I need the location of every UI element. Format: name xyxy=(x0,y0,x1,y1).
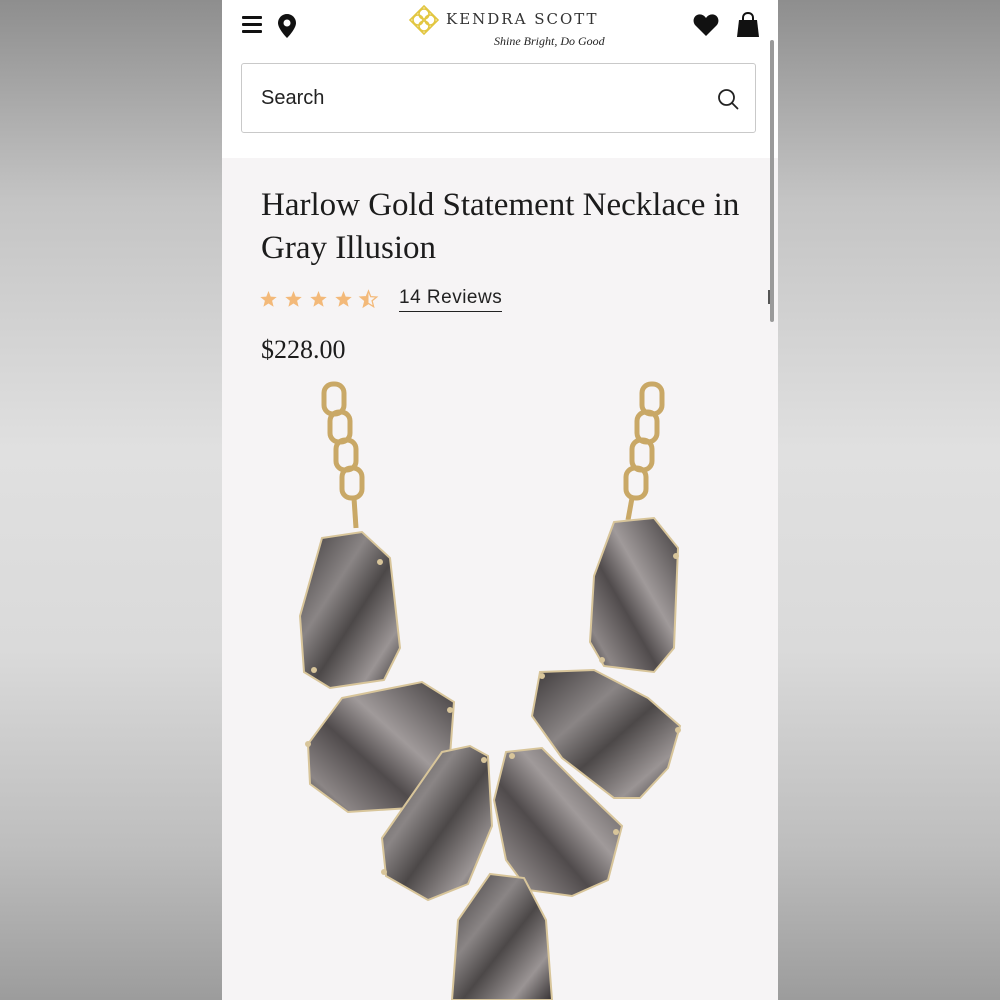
brand-tagline: Shine Bright, Do Good xyxy=(494,34,605,48)
menu-icon[interactable] xyxy=(242,16,262,34)
scroll-indicator xyxy=(768,290,770,304)
star-rating[interactable] xyxy=(260,288,380,310)
shopping-bag-icon[interactable] xyxy=(737,12,759,38)
star-icon xyxy=(310,291,327,307)
gold-chain xyxy=(623,381,665,521)
scrollbar[interactable] xyxy=(770,40,774,322)
star-icon xyxy=(285,291,302,307)
brand-name[interactable]: KENDRA SCOTT xyxy=(446,10,599,28)
gold-chain xyxy=(321,381,365,529)
location-pin-icon[interactable] xyxy=(278,14,296,38)
product-price: $228.00 xyxy=(261,335,346,364)
search-icon[interactable] xyxy=(717,88,739,110)
gray-stone xyxy=(298,516,682,1000)
product-title: Harlow Gold Statement Necklace in Gray I… xyxy=(261,187,740,266)
half-star-icon xyxy=(359,290,378,308)
logo-icon[interactable] xyxy=(408,4,440,36)
site-header: KENDRA SCOTT Shine Bright, Do Good Searc… xyxy=(222,0,778,158)
search-input[interactable]: Search xyxy=(241,63,756,133)
heart-icon[interactable] xyxy=(693,13,719,37)
reviews-link[interactable]: 14 Reviews xyxy=(399,287,503,312)
phone-screen: KENDRA SCOTT Shine Bright, Do Good Searc… xyxy=(222,0,778,1000)
search-placeholder: Search xyxy=(261,87,325,109)
star-icon xyxy=(335,291,352,307)
star-icon xyxy=(260,291,277,307)
product-image[interactable] xyxy=(222,380,778,1000)
